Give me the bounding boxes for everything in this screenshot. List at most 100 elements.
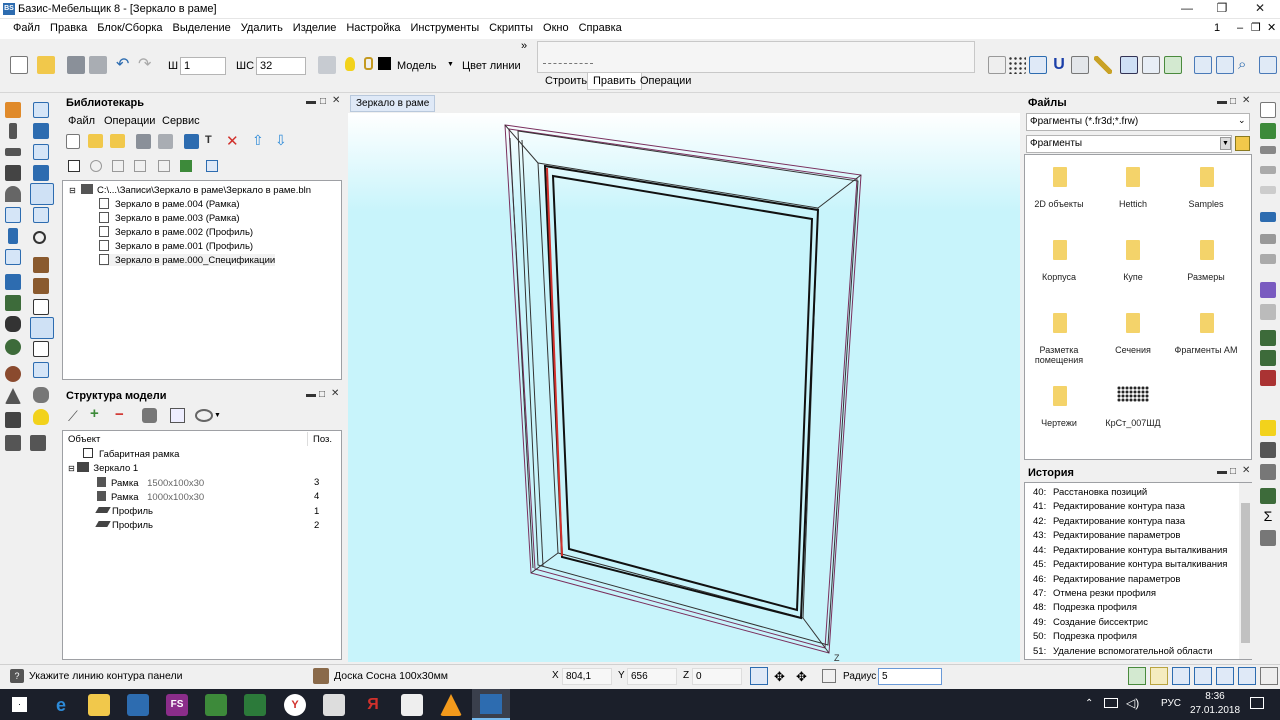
line-color-label[interactable]: Цвет линии — [462, 60, 521, 72]
move-icon[interactable]: ✥ — [774, 669, 785, 685]
file-item-label[interactable]: Фрагменты АМ — [1166, 345, 1246, 355]
menu-block[interactable]: Блок/Сборка — [92, 19, 167, 38]
green-block2-icon[interactable] — [1260, 350, 1276, 366]
toolbar-overflow[interactable]: » — [521, 40, 527, 52]
lib-rename-icon[interactable]: T — [205, 134, 212, 146]
layer-icon[interactable] — [1260, 234, 1276, 244]
structure-row[interactable]: ⊟ Зеркало 1 — [68, 462, 138, 474]
dark-tool-icon[interactable] — [1260, 442, 1276, 458]
material-label[interactable]: Доска Сосна 100х30мм — [334, 670, 448, 682]
menu-select[interactable]: Выделение — [168, 19, 236, 38]
lib-preview-icon[interactable] — [206, 160, 218, 172]
folder-icon[interactable] — [1200, 240, 1214, 260]
lamp-icon[interactable] — [345, 57, 355, 71]
box-dropdown-icon[interactable] — [30, 435, 46, 451]
history-item[interactable]: 50: Подрезка профиля — [1033, 631, 1137, 642]
curved-panel-icon[interactable] — [5, 186, 21, 202]
status-tool3-icon[interactable] — [1172, 667, 1190, 685]
file-item-label[interactable]: КрСт_007ШД — [1093, 418, 1173, 428]
tray-up-icon[interactable]: ⌃ — [1085, 698, 1093, 709]
status-tool7-icon[interactable] — [1260, 667, 1278, 685]
box-blue-icon[interactable] — [33, 123, 49, 139]
hardware-icon[interactable] — [33, 387, 49, 403]
folder-icon[interactable] — [1053, 167, 1067, 187]
librarian-close[interactable]: ✕ — [332, 95, 340, 106]
folder-icon[interactable] — [1126, 167, 1140, 187]
tool-icon[interactable] — [1260, 464, 1276, 480]
lib-save-icon[interactable] — [136, 134, 151, 149]
spreadsheet-icon[interactable] — [244, 694, 266, 716]
lib-fill-icon[interactable] — [184, 134, 199, 149]
file-item-label[interactable]: Размеры — [1166, 272, 1246, 282]
clock-date[interactable]: 27.01.2018 — [1186, 705, 1244, 716]
green-block-icon[interactable] — [1260, 330, 1276, 346]
history-item[interactable]: 45: Редактирование контура выталкивания — [1033, 559, 1227, 570]
status-tool4-icon[interactable] — [1194, 667, 1212, 685]
lib-open-add-icon[interactable] — [110, 134, 125, 148]
yellow-note-icon[interactable] — [1260, 420, 1276, 436]
history-item[interactable]: 51: Удаление вспомогательной области — [1033, 646, 1212, 657]
yandex-browser-icon[interactable]: Y — [284, 694, 306, 716]
file-item-label[interactable]: Купе — [1093, 272, 1173, 282]
history-item[interactable]: 46: Редактирование параметров — [1033, 574, 1180, 585]
tree-item-3[interactable]: Зеркало в раме.001 (Профиль) — [99, 240, 253, 252]
view-3d-icon[interactable] — [1164, 56, 1182, 74]
folder-icon[interactable] — [1053, 313, 1067, 333]
network-icon[interactable] — [1104, 698, 1118, 708]
history-restore[interactable]: □ — [1230, 466, 1236, 477]
history-minimize[interactable]: ▬ — [1217, 466, 1227, 477]
bazis-icon[interactable] — [127, 694, 149, 716]
stack2-icon[interactable] — [1260, 166, 1276, 174]
eye-icon[interactable] — [195, 409, 213, 422]
lib-tool6-icon[interactable] — [180, 160, 192, 172]
file-item-label[interactable]: Разметка помещения — [1019, 345, 1099, 365]
structure-row[interactable]: Рамка 1000x100x30 — [97, 491, 204, 503]
folder-icon[interactable] — [1053, 240, 1067, 260]
pan-icon[interactable] — [1259, 56, 1277, 74]
y-field[interactable]: 656 — [627, 668, 677, 685]
radius-input[interactable]: 5 — [878, 668, 942, 685]
librarian-restore[interactable]: □ — [320, 96, 326, 107]
folder-icon[interactable] — [1200, 313, 1214, 333]
eye-dropdown-icon[interactable]: ▼ — [214, 412, 221, 419]
shc-select[interactable]: 32 — [256, 57, 306, 75]
grey-box-icon[interactable] — [1260, 304, 1276, 320]
yandex-icon[interactable]: Я — [362, 694, 384, 716]
lib-menu-service[interactable]: Сервис — [162, 115, 200, 127]
tool2-icon[interactable] — [1260, 530, 1276, 546]
files-filter-select[interactable]: Фрагменты (*.fr3d;*.frw) — [1026, 113, 1250, 131]
red-block-icon[interactable] — [1260, 370, 1276, 386]
snap-corner-icon[interactable] — [1029, 56, 1047, 74]
lib-open-icon[interactable] — [88, 134, 103, 148]
history-item[interactable]: 47: Отмена резки профиля — [1033, 588, 1156, 599]
model-label[interactable]: Модель — [397, 60, 436, 72]
move-axis-icon[interactable]: ✥ — [796, 669, 807, 685]
wood-block-icon[interactable] — [33, 257, 49, 273]
history-item[interactable]: 43: Редактирование параметров — [1033, 530, 1180, 541]
notifications-icon[interactable] — [1250, 697, 1264, 709]
file-item-label[interactable]: Сечения — [1093, 345, 1173, 355]
sigma-icon[interactable]: Σ — [1260, 508, 1276, 524]
snap-corner-button[interactable] — [750, 667, 768, 685]
line-tool-icon[interactable] — [543, 48, 593, 64]
history-scrollbar[interactable] — [1239, 483, 1252, 659]
file-item-label[interactable]: Чертежи — [1019, 418, 1099, 428]
dots-grid-icon[interactable] — [1008, 56, 1026, 74]
lib-tool1-icon[interactable] — [68, 160, 80, 172]
lib-new-icon[interactable] — [66, 134, 80, 149]
structure-minimize[interactable]: ▬ — [306, 389, 316, 400]
shelf-icon[interactable] — [33, 144, 49, 160]
file-item-label[interactable]: Samples — [1166, 199, 1246, 209]
structure-restore[interactable]: □ — [319, 389, 325, 400]
folder-icon[interactable] — [1200, 167, 1214, 187]
explorer-icon[interactable] — [88, 694, 110, 716]
layer-icon[interactable] — [318, 56, 336, 74]
3d-viewport[interactable]: Z — [348, 113, 1020, 663]
files-restore[interactable]: □ — [1230, 96, 1236, 107]
model-dropdown-icon[interactable]: ▼ — [447, 61, 454, 68]
lib-menu-operations[interactable]: Операции — [104, 115, 155, 127]
tab-build[interactable]: Строить — [545, 75, 587, 87]
help-icon[interactable]: ? — [10, 669, 24, 683]
zoom-window-icon[interactable] — [1216, 56, 1234, 74]
vertical-divider-icon[interactable] — [8, 228, 18, 244]
